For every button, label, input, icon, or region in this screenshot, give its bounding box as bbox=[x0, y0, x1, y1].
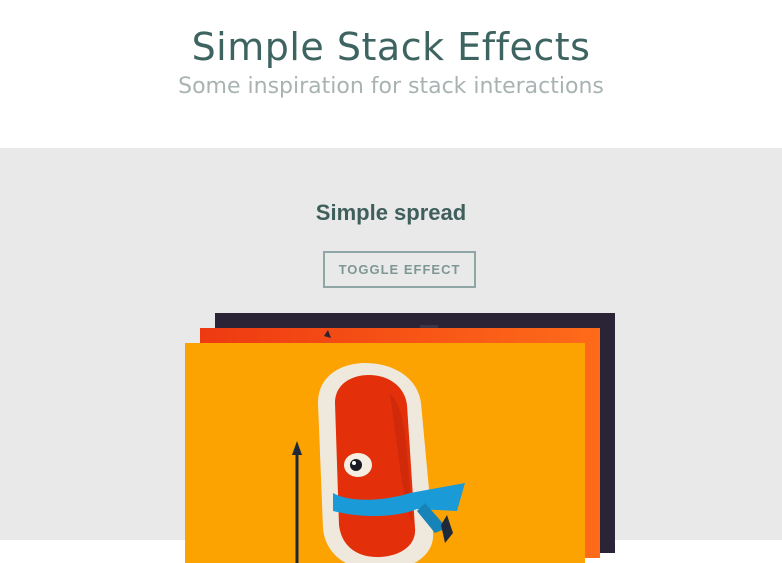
section-title: Simple spread bbox=[315, 200, 467, 225]
page-header: Simple Stack Effects Some inspiration fo… bbox=[0, 0, 782, 148]
page-title: Simple Stack Effects bbox=[191, 25, 591, 69]
toggle-effect-button[interactable]: TOGGLE EFFECT bbox=[323, 251, 476, 288]
demo-section: Simple spread TOGGLE EFFECT bbox=[0, 148, 782, 563]
stack-card-front-illustration bbox=[185, 343, 585, 563]
page-subtitle: Some inspiration for stack interactions bbox=[178, 74, 604, 99]
stack-card-front[interactable] bbox=[185, 343, 585, 563]
